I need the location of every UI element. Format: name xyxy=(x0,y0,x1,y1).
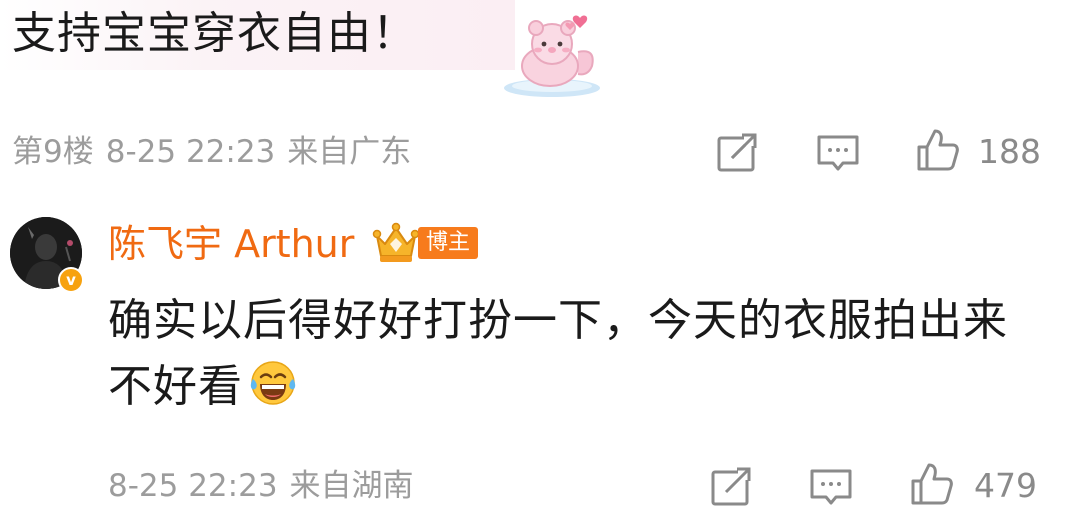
comment-text: 支持宝宝穿衣自由！ xyxy=(12,8,417,59)
verified-badge: v xyxy=(58,267,84,293)
reply-text: 确实以后得好好打扮一下，今天的衣服拍出来不好看 xyxy=(108,288,1038,420)
comment-meta: 第9楼 8-25 22:23 来自广东 xyxy=(12,132,423,172)
pink-bear-sticker-icon xyxy=(504,15,600,97)
reply-meta: 8-25 22:23 来自湖南 xyxy=(108,466,426,506)
reply-location: 来自湖南 xyxy=(289,468,414,504)
share-icon[interactable] xyxy=(714,130,760,176)
like-icon[interactable] xyxy=(909,461,955,507)
reply-text-content: 确实以后得好好打扮一下，今天的衣服拍出来不好看 xyxy=(108,295,1008,412)
crown-icon xyxy=(372,222,420,262)
comment-location: 来自广东 xyxy=(287,134,412,170)
like-icon[interactable] xyxy=(915,127,961,173)
floor-number: 第9楼 xyxy=(12,134,94,170)
blogger-badge: 博主 xyxy=(418,227,479,259)
reply-date: 8-25 22:23 xyxy=(108,468,278,504)
like-count: 188 xyxy=(978,132,1041,171)
like-count: 479 xyxy=(974,466,1037,505)
comment-date: 8-25 22:23 xyxy=(105,134,276,170)
reply-username[interactable]: 陈飞宇 Arthur xyxy=(108,220,354,268)
avatar[interactable]: v xyxy=(10,217,84,293)
comment-icon[interactable] xyxy=(815,130,861,176)
comment-icon[interactable] xyxy=(808,464,854,510)
share-icon[interactable] xyxy=(708,464,754,510)
laughing-tears-emoji-icon xyxy=(250,361,296,405)
